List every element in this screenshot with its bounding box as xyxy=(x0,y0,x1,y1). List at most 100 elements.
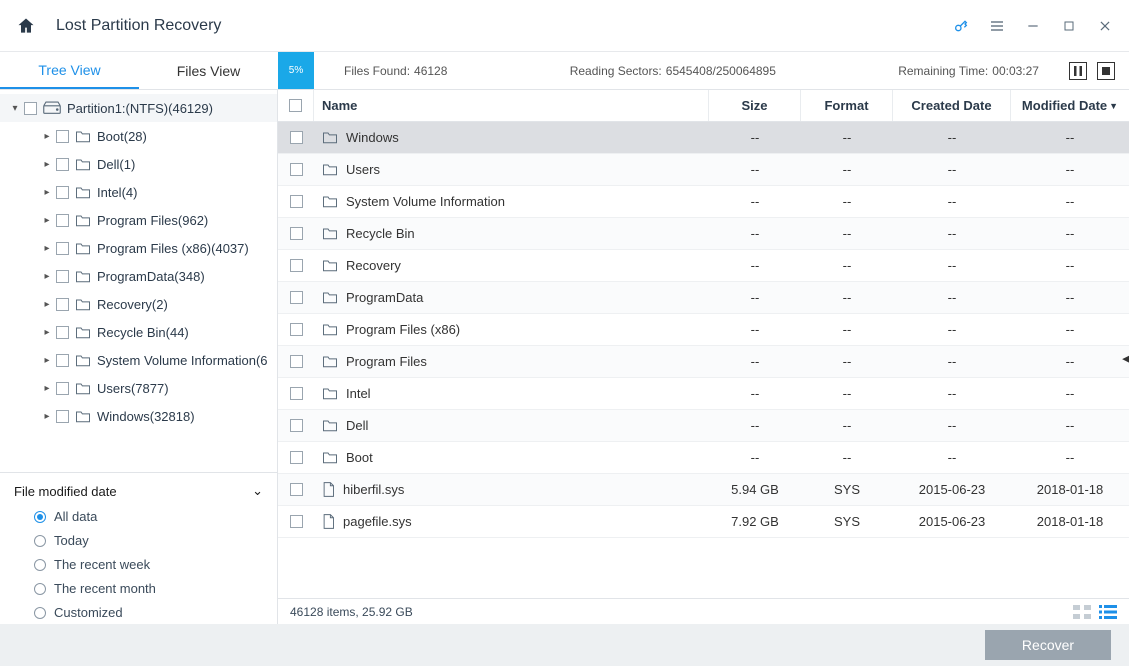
tab-tree-view[interactable]: Tree View xyxy=(0,52,139,89)
key-icon[interactable] xyxy=(953,18,969,34)
table-body[interactable]: Windows--------Users--------System Volum… xyxy=(278,122,1129,598)
table-row[interactable]: Windows-------- xyxy=(278,122,1129,154)
tree-item[interactable]: ▸ProgramData(348) xyxy=(0,262,277,290)
checkbox[interactable] xyxy=(56,354,69,367)
row-format: -- xyxy=(801,258,893,273)
checkbox[interactable] xyxy=(290,227,303,240)
header-name[interactable]: Name xyxy=(314,90,709,121)
table-row[interactable]: Intel-------- xyxy=(278,378,1129,410)
chevron-right-icon[interactable]: ▸ xyxy=(42,411,52,422)
checkbox[interactable] xyxy=(56,326,69,339)
checkbox[interactable] xyxy=(290,323,303,336)
header-format[interactable]: Format xyxy=(801,90,893,121)
checkbox[interactable] xyxy=(290,451,303,464)
grid-view-button[interactable] xyxy=(1073,605,1091,619)
chevron-right-icon[interactable]: ▸ xyxy=(42,243,52,254)
checkbox[interactable] xyxy=(56,382,69,395)
checkbox[interactable] xyxy=(290,483,303,496)
table-row[interactable]: Users-------- xyxy=(278,154,1129,186)
table-row[interactable]: pagefile.sys7.92 GBSYS2015-06-232018-01-… xyxy=(278,506,1129,538)
tree-item[interactable]: ▸Windows(32818) xyxy=(0,402,277,430)
tree-item[interactable]: ▸Dell(1) xyxy=(0,150,277,178)
list-view-button[interactable] xyxy=(1099,605,1117,619)
table-row[interactable]: Program Files (x86)-------- xyxy=(278,314,1129,346)
header-checkbox[interactable] xyxy=(278,90,314,121)
chevron-right-icon[interactable]: ▸ xyxy=(42,355,52,366)
chevron-right-icon[interactable]: ▸ xyxy=(42,159,52,170)
checkbox[interactable] xyxy=(56,158,69,171)
checkbox[interactable] xyxy=(290,387,303,400)
header-modified[interactable]: Modified Date▼ xyxy=(1011,90,1129,121)
folder-tree[interactable]: ▾ Partition1:(NTFS)(46129) ▸Boot(28)▸Del… xyxy=(0,90,277,472)
tree-item[interactable]: ▸Recycle Bin(44) xyxy=(0,318,277,346)
sidebar-collapse-handle[interactable] xyxy=(1122,350,1129,365)
table-row[interactable]: Dell-------- xyxy=(278,410,1129,442)
checkbox[interactable] xyxy=(290,419,303,432)
checkbox[interactable] xyxy=(56,270,69,283)
checkbox[interactable] xyxy=(24,102,37,115)
table-row[interactable]: Program Files-------- xyxy=(278,346,1129,378)
header-created[interactable]: Created Date xyxy=(893,90,1011,121)
checkbox[interactable] xyxy=(56,186,69,199)
header-size[interactable]: Size xyxy=(709,90,801,121)
row-modified: 2018-01-18 xyxy=(1011,482,1129,497)
tree-item[interactable]: ▸Users(7877) xyxy=(0,374,277,402)
chevron-right-icon[interactable]: ▸ xyxy=(42,271,52,282)
chevron-right-icon[interactable]: ▸ xyxy=(42,327,52,338)
checkbox[interactable] xyxy=(56,130,69,143)
tree-item[interactable]: ▸Recovery(2) xyxy=(0,290,277,318)
filter-option[interactable]: Customized xyxy=(34,605,263,620)
tree-item[interactable]: ▸Program Files(962) xyxy=(0,206,277,234)
checkbox[interactable] xyxy=(56,410,69,423)
filter-option[interactable]: All data xyxy=(34,509,263,524)
checkbox[interactable] xyxy=(290,163,303,176)
maximize-button[interactable] xyxy=(1061,18,1077,34)
home-icon[interactable] xyxy=(16,16,36,36)
tree-item[interactable]: ▸System Volume Information(6 xyxy=(0,346,277,374)
checkbox[interactable] xyxy=(56,298,69,311)
folder-icon xyxy=(75,326,91,339)
radio-icon[interactable] xyxy=(34,607,46,619)
radio-icon[interactable] xyxy=(34,511,46,523)
stop-button[interactable] xyxy=(1097,62,1115,80)
chevron-right-icon[interactable]: ▸ xyxy=(42,131,52,142)
table-row[interactable]: Recovery-------- xyxy=(278,250,1129,282)
table-row[interactable]: Recycle Bin-------- xyxy=(278,218,1129,250)
filter-option[interactable]: The recent week xyxy=(34,557,263,572)
checkbox[interactable] xyxy=(290,515,303,528)
table-row[interactable]: System Volume Information-------- xyxy=(278,186,1129,218)
chevron-right-icon[interactable]: ▸ xyxy=(42,299,52,310)
pause-button[interactable] xyxy=(1069,62,1087,80)
checkbox[interactable] xyxy=(290,355,303,368)
chevron-right-icon[interactable]: ▸ xyxy=(42,383,52,394)
close-button[interactable] xyxy=(1097,18,1113,34)
checkbox[interactable] xyxy=(290,291,303,304)
tree-item[interactable]: ▸Program Files (x86)(4037) xyxy=(0,234,277,262)
chevron-right-icon[interactable]: ▸ xyxy=(42,187,52,198)
chevron-right-icon[interactable]: ▸ xyxy=(42,215,52,226)
radio-icon[interactable] xyxy=(34,583,46,595)
row-modified: -- xyxy=(1011,130,1129,145)
tab-files-view[interactable]: Files View xyxy=(139,52,278,89)
tree-item[interactable]: ▸Intel(4) xyxy=(0,178,277,206)
radio-icon[interactable] xyxy=(34,535,46,547)
checkbox[interactable] xyxy=(56,242,69,255)
recover-button[interactable]: Recover xyxy=(985,630,1111,660)
filter-header[interactable]: File modified date ⌄ xyxy=(14,483,263,499)
menu-icon[interactable] xyxy=(989,18,1005,34)
chevron-down-icon[interactable]: ▾ xyxy=(10,103,20,114)
table-row[interactable]: hiberfil.sys5.94 GBSYS2015-06-232018-01-… xyxy=(278,474,1129,506)
tree-item[interactable]: ▸Boot(28) xyxy=(0,122,277,150)
radio-icon[interactable] xyxy=(34,559,46,571)
checkbox[interactable] xyxy=(56,214,69,227)
table-row[interactable]: Boot-------- xyxy=(278,442,1129,474)
checkbox[interactable] xyxy=(290,259,303,272)
row-format: SYS xyxy=(801,482,893,497)
tree-root[interactable]: ▾ Partition1:(NTFS)(46129) xyxy=(0,94,277,122)
filter-option[interactable]: Today xyxy=(34,533,263,548)
minimize-button[interactable] xyxy=(1025,18,1041,34)
checkbox[interactable] xyxy=(290,195,303,208)
checkbox[interactable] xyxy=(290,131,303,144)
filter-option[interactable]: The recent month xyxy=(34,581,263,596)
table-row[interactable]: ProgramData-------- xyxy=(278,282,1129,314)
